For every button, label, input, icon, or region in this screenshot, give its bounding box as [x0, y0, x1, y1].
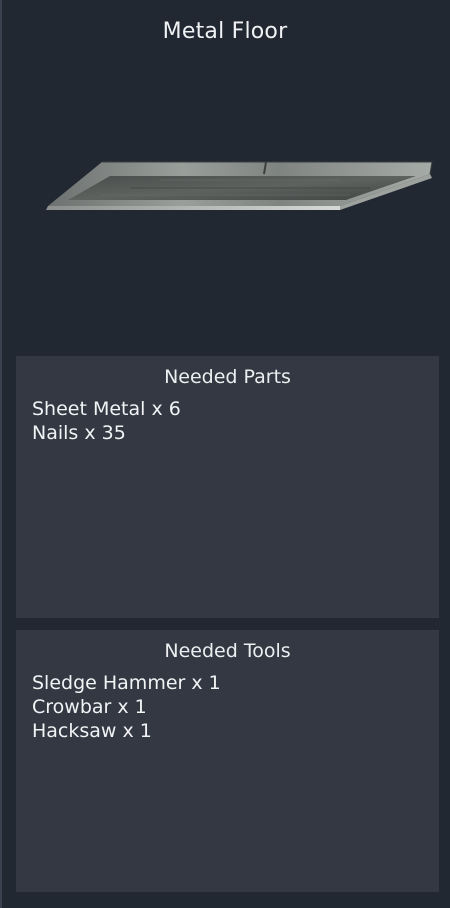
needed-part-item: Nails x 35 [32, 422, 126, 444]
item-title: Metal Floor [162, 19, 288, 44]
needed-tools-list: Sledge Hammer x 1 Crowbar x 1 Hacksaw x … [32, 671, 221, 743]
needed-tools-title: Needed Tools [164, 640, 291, 662]
needed-parts-panel: Needed Parts Sheet Metal x 6 Nails x 35 [16, 356, 439, 618]
metal-floor-preview-image [46, 161, 433, 210]
needed-tool-item: Hacksaw x 1 [32, 720, 152, 742]
needed-tools-panel: Needed Tools Sledge Hammer x 1 Crowbar x… [16, 630, 439, 892]
needed-part-item: Sheet Metal x 6 [32, 398, 181, 420]
needed-parts-list: Sheet Metal x 6 Nails x 35 [32, 397, 181, 445]
needed-tool-item: Sledge Hammer x 1 [32, 672, 221, 694]
needed-parts-title: Needed Parts [164, 366, 291, 388]
needed-tool-item: Crowbar x 1 [32, 696, 147, 718]
window-edge [0, 0, 2, 908]
